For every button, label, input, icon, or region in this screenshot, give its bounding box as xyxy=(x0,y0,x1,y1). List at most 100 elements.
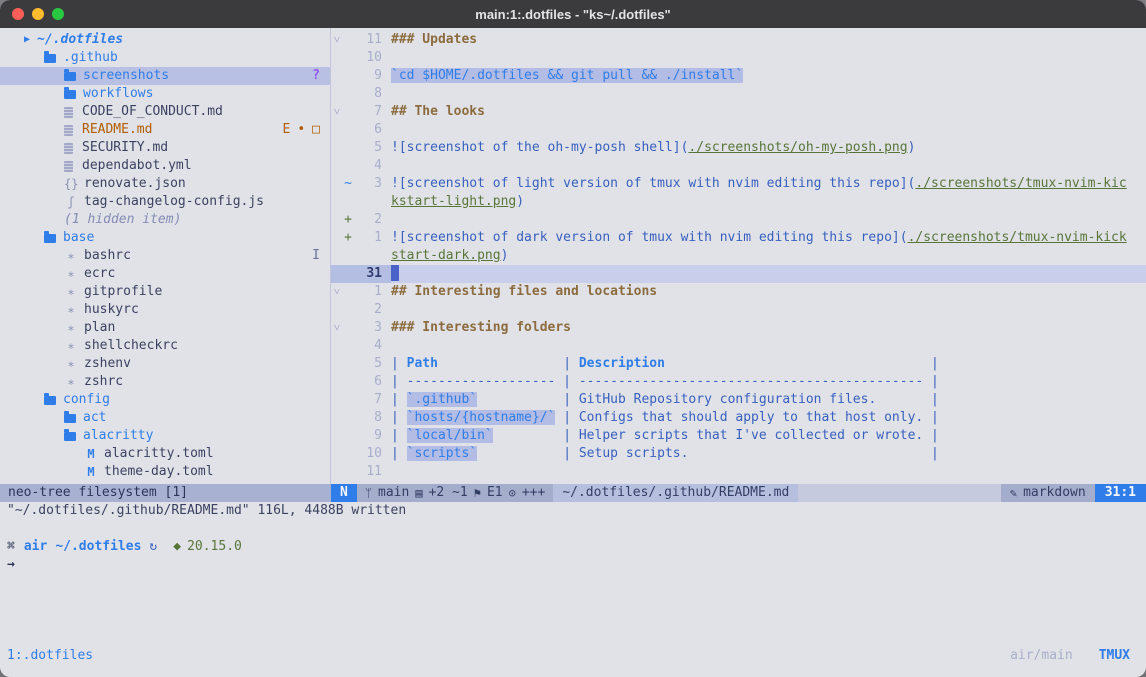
editor-line[interactable]: 7| `.github` | GitHub Repository configu… xyxy=(331,391,1146,409)
editor-line[interactable]: +2 xyxy=(331,211,1146,229)
tree-file-gitprofile[interactable]: ∗gitprofile xyxy=(0,283,330,301)
gutter: ˅3 xyxy=(331,319,391,337)
tree-file-zshrc[interactable]: ∗zshrc xyxy=(0,373,330,391)
maximize-button[interactable] xyxy=(52,8,64,20)
gutter: ˅11 xyxy=(331,31,391,49)
editor-line[interactable]: +1![screenshot of dark version of tmux w… xyxy=(331,229,1146,247)
tree-file-security-md[interactable]: SECURITY.md xyxy=(0,139,330,157)
tree-item-label: base xyxy=(63,229,94,247)
gutter: ~3 xyxy=(331,175,391,193)
gutter: 11 xyxy=(331,463,391,481)
editor-line[interactable]: ˅7## The looks xyxy=(331,103,1146,121)
editor-line[interactable]: ˅11### Updates xyxy=(331,31,1146,49)
neo-tree-panel[interactable]: ▶~/.dotfiles.githubscreenshots?workflows… xyxy=(0,28,331,484)
gutter: ˅7 xyxy=(331,103,391,121)
editor-line[interactable]: ˅3### Interesting folders xyxy=(331,319,1146,337)
git-modified-badge: □ xyxy=(312,121,320,139)
prompt-arrow-icon: → xyxy=(7,557,15,572)
tree-dir-act[interactable]: act xyxy=(0,409,330,427)
editor-line[interactable]: 2 xyxy=(331,301,1146,319)
tree-item-label: zshenv xyxy=(84,355,131,373)
inline-code: `scripts` xyxy=(407,446,477,461)
tree-file-readme-md[interactable]: README.mdE•□ xyxy=(0,121,330,139)
minimize-button[interactable] xyxy=(32,8,44,20)
editor-line[interactable]: start-dark.png) xyxy=(331,247,1146,265)
editor-line[interactable]: 9`cd $HOME/.dotfiles && git pull && ./in… xyxy=(331,67,1146,85)
tree-item-badges: ? xyxy=(312,67,330,85)
editor-line[interactable]: 11 xyxy=(331,463,1146,481)
tree-dir-github[interactable]: .github xyxy=(0,49,330,67)
editor-line[interactable]: kstart-light.png) xyxy=(331,193,1146,211)
shell-area[interactable]: ⌘air~/.dotfiles↻◆20.15.0 → xyxy=(0,520,1146,645)
tree-dir-dotfiles[interactable]: ▶~/.dotfiles xyxy=(0,31,330,49)
tree-file-tag-changelog-config-js[interactable]: ʃtag-changelog-config.js xyxy=(0,193,330,211)
fold-open-icon[interactable]: ˅ xyxy=(331,103,343,121)
inline-code: `local/bin` xyxy=(407,428,493,443)
editor-line[interactable]: ˅1## Interesting files and locations xyxy=(331,283,1146,301)
tree-file-bashrc[interactable]: ∗bashrcI xyxy=(0,247,330,265)
folder-icon xyxy=(44,396,56,405)
tree-file-alacritty-toml[interactable]: Malacritty.toml xyxy=(0,445,330,463)
terminal-window: main:1:.dotfiles - "ks~/.dotfiles" ▶~/.d… xyxy=(0,0,1146,677)
editor-line[interactable]: 31 xyxy=(331,265,1146,283)
gutter: 9 xyxy=(331,67,391,85)
tree-file-dependabot-yml[interactable]: dependabot.yml xyxy=(0,157,330,175)
statusline-fill xyxy=(798,484,1001,502)
tree-dir-workflows[interactable]: workflows xyxy=(0,85,330,103)
editor-line[interactable]: 6 xyxy=(331,121,1146,139)
line-text xyxy=(391,265,1146,283)
text-span: ![screenshot of the oh-my-posh shell]( xyxy=(391,140,688,155)
fold-open-icon[interactable]: ˅ xyxy=(331,283,343,301)
tree-item-label: CODE_OF_CONDUCT.md xyxy=(82,103,223,121)
close-button[interactable] xyxy=(12,8,24,20)
nvim-area: ▶~/.dotfiles.githubscreenshots?workflows… xyxy=(0,28,1146,484)
editor-line[interactable]: 5| Path | Description | xyxy=(331,355,1146,373)
line-text: ### Interesting folders xyxy=(391,319,1146,337)
tree-item-label: plan xyxy=(84,319,115,337)
tree-file-zshenv[interactable]: ∗zshenv xyxy=(0,355,330,373)
statusline: neo-tree filesystem [1] N ᛘmain▤+2 ~1⚑E1… xyxy=(0,484,1146,502)
editor-line[interactable]: 8| `hosts/{hostname}/` | Configs that sh… xyxy=(331,409,1146,427)
editor-buffer[interactable]: ˅11### Updates109`cd $HOME/.dotfiles && … xyxy=(331,28,1146,484)
editor-line[interactable]: 4 xyxy=(331,157,1146,175)
text-span: | xyxy=(391,356,407,371)
editor-line[interactable]: ~3![screenshot of light version of tmux … xyxy=(331,175,1146,193)
fold-open-icon[interactable]: ˅ xyxy=(331,31,343,49)
tree-file-huskyrc[interactable]: ∗huskyrc xyxy=(0,301,330,319)
tree-dir-config[interactable]: config xyxy=(0,391,330,409)
tree-note-1-hidden-item[interactable]: (1 hidden item) xyxy=(0,211,330,229)
fold-open-icon[interactable]: ˅ xyxy=(331,319,343,337)
tree-item-label: tag-changelog-config.js xyxy=(84,193,264,211)
gutter: +1 xyxy=(331,229,391,247)
toml-icon: M xyxy=(84,463,98,481)
line-number: 9 xyxy=(353,427,391,445)
tree-file-shellcheckrc[interactable]: ∗shellcheckrc xyxy=(0,337,330,355)
tree-dir-screenshots[interactable]: screenshots? xyxy=(0,67,330,85)
editor-line[interactable]: 6| ------------------- | ---------------… xyxy=(331,373,1146,391)
tree-dir-base[interactable]: base xyxy=(0,229,330,247)
gutter: 8 xyxy=(331,85,391,103)
editor-line[interactable]: 4 xyxy=(331,337,1146,355)
document-icon xyxy=(64,107,73,118)
tree-file-ecrc[interactable]: ∗ecrc xyxy=(0,265,330,283)
tmux-window-item[interactable]: 1:.dotfiles xyxy=(7,647,93,665)
tree-dir-alacritty[interactable]: alacritty xyxy=(0,427,330,445)
tree-file-code-of-conduct-md[interactable]: CODE_OF_CONDUCT.md xyxy=(0,103,330,121)
gutter xyxy=(331,193,391,211)
gutter: 10 xyxy=(331,445,391,463)
tree-file-plan[interactable]: ∗plan xyxy=(0,319,330,337)
markdown-heading: ### Interesting folders xyxy=(391,320,571,335)
tree-item-label: dependabot.yml xyxy=(82,157,192,175)
line-text xyxy=(391,301,1146,319)
tree-file-renovate-json[interactable]: {}renovate.json xyxy=(0,175,330,193)
diagnostic-error-badge: E xyxy=(283,121,291,139)
prompt-cwd: ~/.dotfiles xyxy=(55,538,141,556)
editor-line[interactable]: 8 xyxy=(331,85,1146,103)
editor-line[interactable]: 10| `scripts` | Setup scripts. | xyxy=(331,445,1146,463)
editor-line[interactable]: 10 xyxy=(331,49,1146,67)
pencil-icon: ✎ xyxy=(1010,484,1017,502)
editor-line[interactable]: 9| `local/bin` | Helper scripts that I'v… xyxy=(331,427,1146,445)
tree-file-theme-day-toml[interactable]: Mtheme-day.toml xyxy=(0,463,330,481)
editor-line[interactable]: 5![screenshot of the oh-my-posh shell](.… xyxy=(331,139,1146,157)
text-span: ![screenshot of dark version of tmux wit… xyxy=(391,230,908,245)
